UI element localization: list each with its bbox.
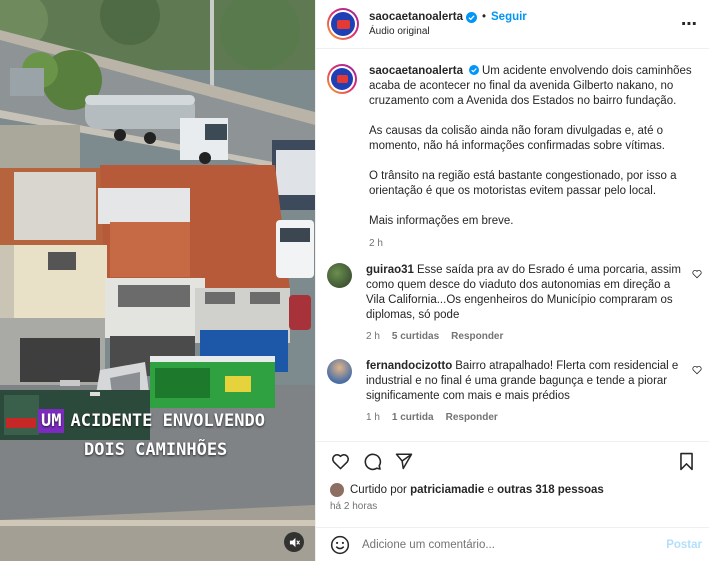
post-comment-button[interactable]: Postar — [666, 539, 702, 551]
verified-icon — [468, 65, 479, 75]
speaker-muted-icon — [289, 537, 300, 547]
avatar[interactable] — [330, 483, 344, 497]
video-frame — [0, 0, 315, 561]
comment-input[interactable] — [362, 538, 652, 551]
post-actions: Curtido por patriciamadie e outras 318 p… — [316, 441, 709, 512]
comment-item: fernandocizotto Bairro atrapalhado! Flert… — [327, 359, 691, 425]
post-video[interactable]: UM ACIDENTE ENVOLVENDO DOIS CAMINHÕES — [0, 0, 315, 561]
like-button[interactable] — [330, 451, 350, 471]
heart-icon[interactable] — [692, 269, 702, 279]
heart-icon[interactable] — [692, 365, 702, 375]
reply-button[interactable]: Responder — [451, 329, 503, 344]
caption-highlight: UM — [38, 409, 65, 433]
liked-middle: e — [487, 484, 494, 496]
comment-item: guirao31 Esse saída pra av do Esrado é um… — [327, 263, 691, 344]
share-button[interactable] — [394, 451, 414, 471]
comments-area[interactable]: saocaetanoalerta Um acidente envolvendo d… — [316, 49, 709, 441]
mute-button[interactable] — [284, 532, 304, 552]
add-comment-bar: Postar — [316, 527, 709, 561]
caption-text-2: As causas da colisão ainda não foram div… — [369, 125, 665, 152]
bookmark-icon — [679, 452, 693, 470]
caption-text-3: O trânsito na região está bastante conge… — [369, 170, 677, 197]
audio-label[interactable]: Áudio original — [369, 26, 527, 37]
save-button[interactable] — [676, 451, 696, 471]
avatar[interactable] — [327, 263, 352, 288]
comment-time[interactable]: 2 h — [366, 329, 380, 344]
reply-button[interactable]: Responder — [446, 410, 498, 425]
caption-avatar[interactable] — [327, 64, 357, 94]
caption-line-2: DOIS CAMINHÕES — [84, 440, 228, 460]
comment-username[interactable]: guirao31 — [366, 264, 414, 276]
caption-paragraph: saocaetanoalerta Um acidente envolvendo d… — [369, 64, 694, 109]
separator: • — [481, 11, 486, 23]
likes-summary[interactable]: Curtido por patriciamadie e outras 318 p… — [330, 483, 604, 497]
comment-icon — [364, 453, 381, 470]
caption-username[interactable]: saocaetanoalerta — [369, 65, 463, 77]
caption-line-1: ACIDENTE ENVOLVENDO — [70, 411, 265, 431]
more-options-icon[interactable]: ⋯ — [681, 14, 698, 34]
post-time[interactable]: há 2 horas — [330, 501, 377, 512]
send-icon — [395, 453, 413, 470]
emoji-icon[interactable] — [330, 535, 350, 555]
caption-time[interactable]: 2 h — [369, 236, 383, 251]
liked-prefix: Curtido por — [350, 484, 407, 496]
post-header: saocaetanoalerta • Seguir Áudio original… — [316, 0, 709, 49]
avatar[interactable] — [327, 8, 359, 40]
comment-likes[interactable]: 5 curtidas — [392, 329, 439, 344]
comment-username[interactable]: fernandocizotto — [366, 360, 452, 372]
heart-icon — [331, 453, 349, 469]
comment-time[interactable]: 1 h — [366, 410, 380, 425]
post-panel: saocaetanoalerta • Seguir Áudio original… — [315, 0, 709, 561]
comment-button[interactable] — [362, 451, 382, 471]
follow-button[interactable]: Seguir — [491, 11, 527, 23]
verified-icon — [465, 11, 477, 23]
header-username[interactable]: saocaetanoalerta — [369, 11, 463, 23]
video-caption: UM ACIDENTE ENVOLVENDO DOIS CAMINHÕES — [38, 409, 298, 460]
caption-text-4: Mais informações em breve. — [369, 215, 514, 227]
post-caption: saocaetanoalerta Um acidente envolvendo d… — [327, 64, 694, 251]
liked-others[interactable]: outras 318 pessoas — [497, 484, 604, 496]
avatar[interactable] — [327, 359, 352, 384]
comment-likes[interactable]: 1 curtida — [392, 410, 434, 425]
liked-user[interactable]: patriciamadie — [410, 484, 484, 496]
